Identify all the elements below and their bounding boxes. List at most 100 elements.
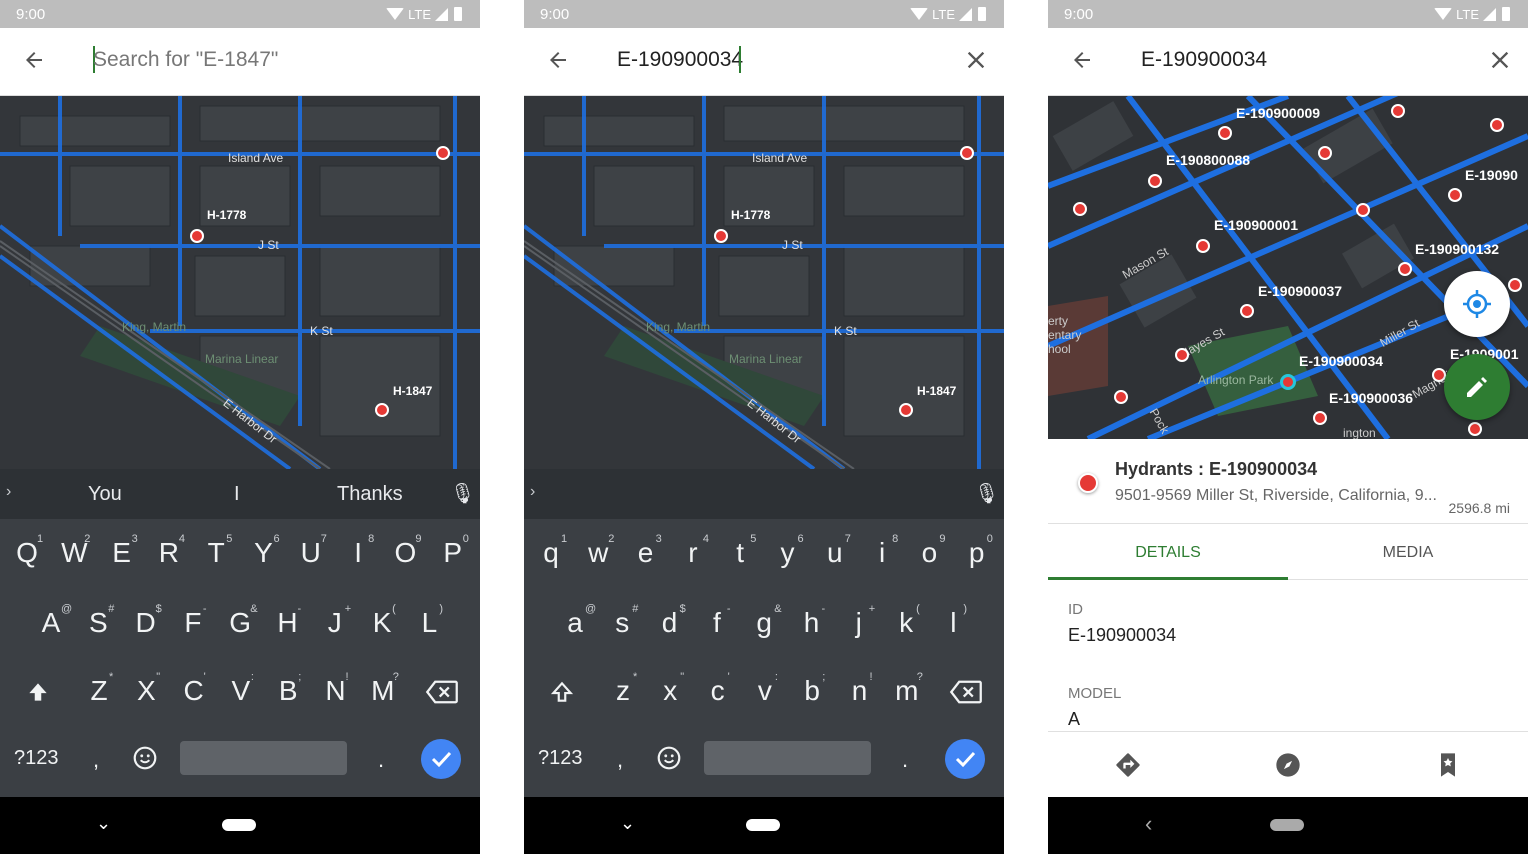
compass-icon[interactable] [1274,751,1302,779]
back-arrow-icon[interactable] [1070,48,1094,72]
microphone-icon[interactable]: 🎙 [450,481,475,506]
microphone-icon[interactable]: 🎙 [974,481,999,506]
edit-button[interactable] [1444,354,1510,420]
key[interactable]: v [741,675,789,707]
done-button[interactable] [945,739,985,779]
hydrant-marker[interactable] [1391,104,1405,118]
chevron-down-icon[interactable]: ⌄ [620,813,635,834]
home-pill[interactable] [222,819,256,831]
search-input[interactable]: Search for "E-1847" [93,48,278,72]
result-card[interactable]: Hydrants : E-190900034 9501-9569 Miller … [1048,439,1528,524]
symbols-key[interactable]: ?123 [538,747,583,770]
key[interactable]: m [883,675,931,707]
hydrant-marker[interactable] [1356,203,1370,217]
key[interactable]: Z [75,675,123,707]
key[interactable]: r [669,537,717,569]
key[interactable]: X [122,675,170,707]
emoji-icon[interactable] [656,745,682,771]
key[interactable]: l [929,607,977,639]
hydrant-marker[interactable] [1468,422,1482,436]
back-nav-icon[interactable]: ‹ [1145,811,1152,837]
map-view[interactable]: Island Ave J St K St E Harbor Dr King, M… [524,96,1004,469]
hydrant-marker[interactable] [1508,278,1522,292]
bookmark-icon[interactable] [1434,751,1462,779]
home-pill[interactable] [746,819,780,831]
back-arrow-icon[interactable] [22,48,46,72]
suggestion[interactable]: Thanks [337,483,403,506]
hydrant-marker[interactable] [1318,146,1332,160]
comma-key[interactable]: , [93,747,99,773]
key[interactable]: c [694,675,742,707]
key[interactable]: D [122,607,170,639]
hydrant-marker[interactable] [1073,202,1087,216]
key[interactable]: j [835,607,883,639]
key[interactable]: H [264,607,312,639]
key[interactable]: N [312,675,360,707]
shift-icon[interactable] [24,679,52,705]
hydrant-marker[interactable] [190,229,204,243]
close-icon[interactable] [1486,46,1514,74]
key[interactable]: T [192,537,240,569]
key[interactable]: k [882,607,930,639]
key[interactable]: z [599,675,647,707]
key[interactable]: o [905,537,953,569]
comma-key[interactable]: , [617,747,623,773]
key[interactable]: u [811,537,859,569]
directions-icon[interactable] [1114,751,1142,779]
done-button[interactable] [421,739,461,779]
hydrant-marker[interactable] [899,403,913,417]
chevron-down-icon[interactable]: ⌄ [96,813,111,834]
hydrant-marker[interactable] [436,146,450,160]
key[interactable]: d [646,607,694,639]
symbols-key[interactable]: ?123 [14,747,59,770]
hydrant-marker[interactable] [1313,411,1327,425]
hydrant-marker[interactable] [1240,304,1254,318]
hydrant-marker[interactable] [1218,126,1232,140]
key[interactable]: n [836,675,884,707]
key[interactable]: h [788,607,836,639]
key[interactable]: M [359,675,407,707]
key[interactable]: V [217,675,265,707]
key[interactable]: K [358,607,406,639]
space-bar[interactable] [704,741,871,775]
key[interactable]: Y [240,537,288,569]
key[interactable]: t [716,537,764,569]
key[interactable]: q [527,537,575,569]
selected-hydrant-marker[interactable] [1280,374,1296,390]
key[interactable]: B [264,675,312,707]
key[interactable]: b [788,675,836,707]
suggestion[interactable]: I [234,483,240,506]
space-bar[interactable] [180,741,347,775]
hydrant-marker[interactable] [960,146,974,160]
key[interactable]: i [858,537,906,569]
chevron-right-icon[interactable]: › [6,483,11,501]
key[interactable]: I [334,537,382,569]
tab-details[interactable]: DETAILS [1048,544,1288,562]
key[interactable]: P [429,537,477,569]
search-input[interactable]: E-190900034 [617,48,743,72]
period-key[interactable]: . [902,747,908,773]
chevron-right-icon[interactable]: › [530,483,535,501]
key[interactable]: L [405,607,453,639]
key[interactable]: U [287,537,335,569]
hydrant-marker[interactable] [1175,348,1189,362]
tab-media[interactable]: MEDIA [1288,544,1528,562]
hydrant-marker[interactable] [1196,239,1210,253]
backspace-icon[interactable] [425,679,459,705]
emoji-icon[interactable] [132,745,158,771]
back-arrow-icon[interactable] [546,48,570,72]
key[interactable]: x [646,675,694,707]
key[interactable]: f [693,607,741,639]
map-view[interactable]: E-190900009 E-190800088 E-190900001 E-19… [1048,96,1528,439]
hydrant-marker[interactable] [375,403,389,417]
key[interactable]: O [381,537,429,569]
hydrant-marker[interactable] [1114,390,1128,404]
key[interactable]: s [598,607,646,639]
map-view[interactable]: Island Ave J St K St E Harbor Dr King, M… [0,96,480,469]
hydrant-marker[interactable] [1448,188,1462,202]
key[interactable]: W [50,537,98,569]
hydrant-marker[interactable] [1148,174,1162,188]
suggestion[interactable]: You [88,483,122,506]
key[interactable]: Q [3,537,51,569]
key[interactable]: y [764,537,812,569]
